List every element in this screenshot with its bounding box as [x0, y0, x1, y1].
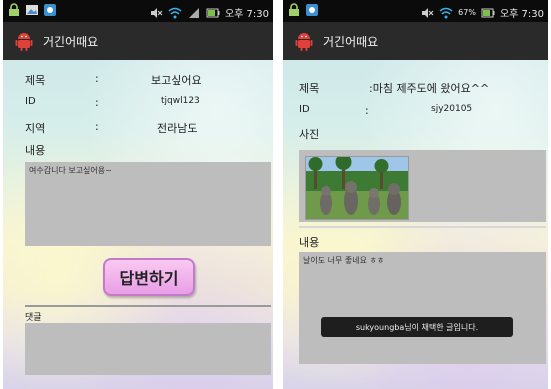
region-separator: :: [95, 120, 99, 133]
status-time: 오후 7:30: [224, 9, 269, 20]
content-label: 내용: [299, 236, 320, 249]
battery-percent: 67%: [458, 8, 476, 17]
jeju-stone-statues-photo: [306, 157, 408, 219]
phone-screen-right: 67% 오후 7:30 거긴어때요 제목 :마침 제주도에 왔어요^^ ID :…: [283, 0, 548, 389]
title-label: 제목: [299, 82, 320, 95]
title-value: 보고싶어요: [151, 74, 202, 87]
divider: [25, 305, 271, 307]
wifi-icon: [168, 7, 182, 18]
id-separator: :: [95, 96, 99, 109]
lock-icon: [9, 3, 19, 16]
status-bar: 오후 7:30: [3, 0, 273, 22]
reply-button[interactable]: 답변하기: [103, 258, 195, 296]
content-box[interactable]: 날이도 너무 좋네요 ㅎㅎ: [299, 252, 546, 364]
status-bar: 67% 오후 7:30: [283, 0, 548, 22]
divider: [299, 226, 546, 228]
photo-label: 사진: [299, 128, 320, 141]
mute-icon: [422, 7, 434, 18]
content-text: 날이도 너무 좋네요 ㅎㅎ: [303, 256, 385, 265]
app-notification-icon: [44, 4, 56, 16]
content-text: 여수갑니다 보고싶어용~: [29, 166, 112, 175]
status-time: 오후 7:30: [499, 9, 544, 20]
android-icon: [15, 33, 33, 51]
region-label: 지역: [25, 122, 46, 135]
comment-label: 댓글: [25, 313, 42, 323]
title-separator: :: [95, 72, 99, 85]
wifi-icon: [439, 7, 453, 18]
id-value: tjqwl123: [161, 96, 200, 106]
phone-screen-left: 오후 7:30 거긴어때요 제목 : 보고싶어요 ID : tjqwl123 지…: [3, 0, 273, 389]
app-title-bar: 거긴어때요: [283, 22, 548, 60]
id-label: ID: [299, 104, 310, 115]
id-value: sjy20105: [431, 104, 473, 114]
toast-message: sukyoungba님이 채택한 글입니다.: [321, 317, 513, 337]
mute-icon: [150, 7, 163, 18]
content-box[interactable]: 여수갑니다 보고싶어용~: [25, 162, 271, 246]
app-title-bar: 거긴어때요: [3, 22, 273, 60]
android-icon: [295, 33, 313, 51]
id-separator: :: [365, 104, 369, 117]
image-icon: [26, 5, 38, 15]
id-label: ID: [25, 96, 36, 107]
comment-box[interactable]: [25, 323, 271, 375]
content-label: 내용: [25, 144, 46, 157]
app-notification-icon: [306, 4, 318, 16]
lock-icon: [289, 3, 299, 16]
app-title: 거긴어때요: [43, 35, 99, 49]
title-value: :마침 제주도에 왔어요^^: [369, 82, 490, 95]
title-label: 제목: [25, 74, 46, 87]
battery-icon: [206, 8, 220, 17]
region-value: 전라남도: [157, 122, 198, 135]
photo-image[interactable]: [305, 156, 409, 220]
battery-icon: [481, 8, 495, 17]
app-title: 거긴어때요: [323, 35, 379, 49]
signal-icon: [188, 7, 199, 18]
